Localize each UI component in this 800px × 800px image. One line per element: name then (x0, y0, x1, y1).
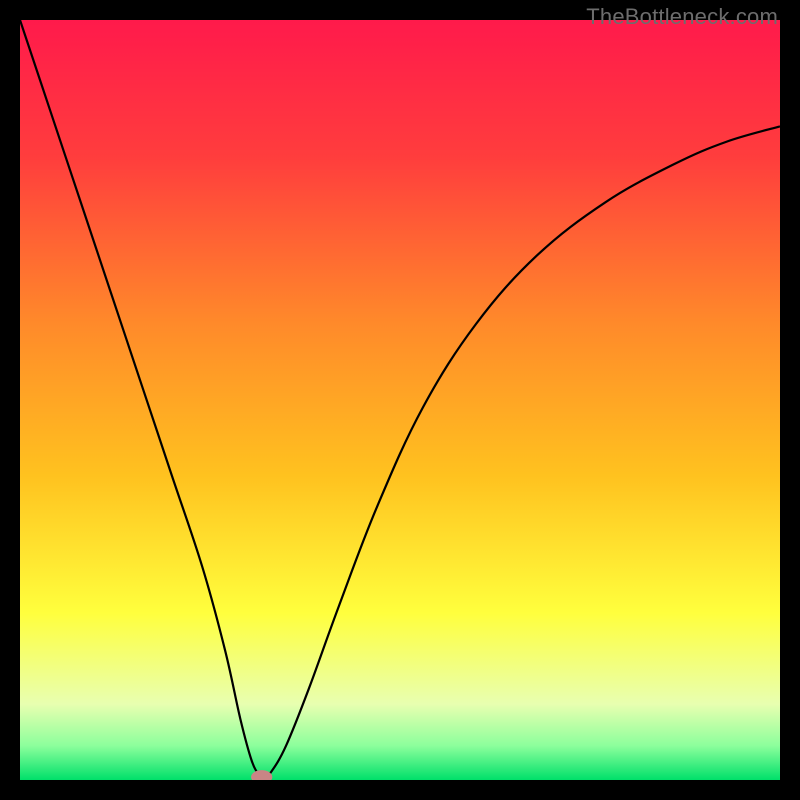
chart-frame (20, 20, 780, 780)
bottleneck-chart (20, 20, 780, 780)
attribution-text: TheBottleneck.com (586, 4, 778, 30)
gradient-background (20, 20, 780, 780)
